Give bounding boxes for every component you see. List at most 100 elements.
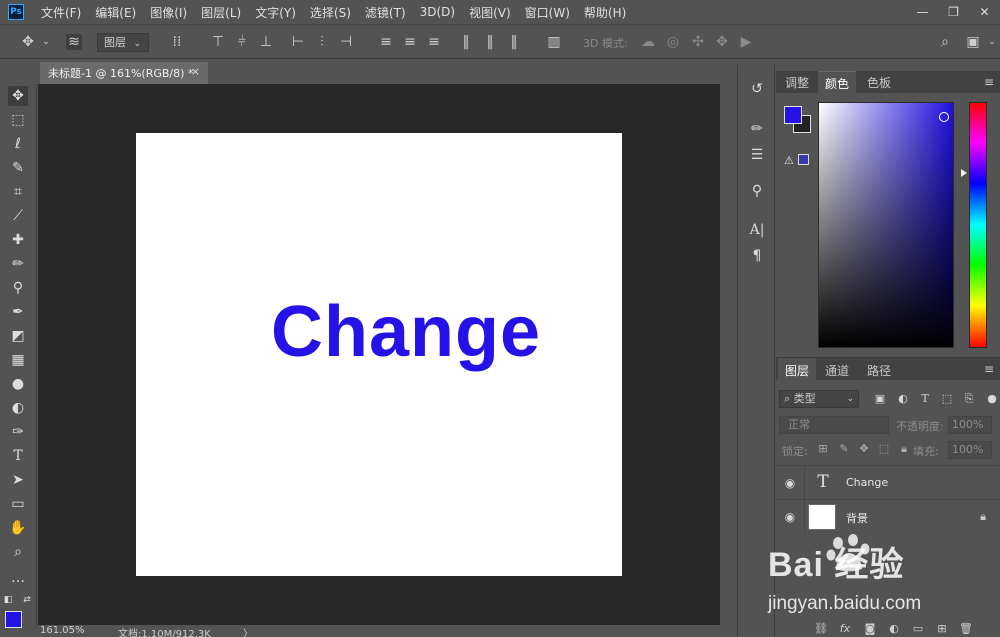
eraser-tool-icon[interactable]: ◩ [8,326,28,346]
canvas-text-layer[interactable]: Change [136,291,676,373]
blur-tool-icon[interactable]: ● [8,374,28,394]
layer-mask-icon[interactable]: ◙ [863,622,877,636]
fill-input[interactable]: 100% [948,441,992,459]
new-layer-icon[interactable]: ⊞ [935,622,949,636]
gamut-warning-icon[interactable]: ⚠ [784,154,794,167]
menu-help[interactable]: 帮助(H) [577,4,633,21]
tab-paths[interactable]: 路径 [860,358,898,380]
3d-pan-icon[interactable]: ✣ [690,34,706,50]
restore-button[interactable]: ❐ [938,0,969,24]
rectangle-tool-icon[interactable]: ▭ [8,494,28,514]
menu-window[interactable]: 窗口(W) [518,4,577,21]
adjustment-filter-icon[interactable]: ◐ [895,391,911,407]
filter-toggle-icon[interactable]: ● [984,391,1000,407]
menu-select[interactable]: 选择(S) [303,4,358,21]
close-button[interactable]: ✕ [969,0,1000,24]
eyedropper-tool-icon[interactable]: ⟋ [8,206,28,226]
hue-slider[interactable] [969,102,987,348]
color-picker-marker[interactable] [939,112,949,122]
tab-swatches[interactable]: 色板 [860,71,898,93]
close-icon[interactable]: × [191,65,200,78]
lock-transparent-icon[interactable]: ⊞ [816,442,830,456]
menu-file[interactable]: 文件(F) [34,4,88,21]
document-canvas[interactable]: Change [136,133,622,576]
align-bottom-icon[interactable]: ⊥ [258,34,274,50]
zoom-level[interactable]: 161.05% [40,625,85,636]
lock-icon[interactable]: 🔒︎ [980,510,986,524]
vertical-scrollbar[interactable] [720,84,736,625]
auto-align-icon[interactable]: ▥ [546,34,562,50]
delete-layer-icon[interactable]: 🗑︎ [959,622,973,636]
distribute-right-icon[interactable]: ‖ [506,34,522,50]
transform-controls-icon[interactable]: ⁞⁞ [169,34,185,50]
align-hcenter-icon[interactable]: ⫶ [314,34,330,50]
pen-tool-icon[interactable]: ✑ [8,422,28,442]
minimize-button[interactable]: — [907,0,938,24]
swap-colors-icon[interactable]: ⇄ [22,590,32,610]
marquee-tool-icon[interactable]: ⬚ [8,110,28,130]
default-colors-icon[interactable]: ◧ [3,590,13,610]
canvas-area[interactable]: Change [38,84,720,625]
lock-all-icon[interactable]: 🔒︎ [897,442,911,456]
menu-edit[interactable]: 编辑(E) [88,4,143,21]
align-right-icon[interactable]: ⊣ [338,34,354,50]
lock-position-icon[interactable]: ✥ [857,442,871,456]
path-selection-tool-icon[interactable]: ➤ [8,470,28,490]
layer-name[interactable]: 背景 [846,510,868,526]
quick-select-tool-icon[interactable]: ✎ [8,158,28,178]
align-vcenter-icon[interactable]: ⫩ [234,34,250,50]
eye-icon[interactable]: ◉ [782,475,798,491]
3d-slide-icon[interactable]: ✥ [714,34,730,50]
new-group-icon[interactable]: ▭ [911,622,925,636]
dodge-tool-icon[interactable]: ◐ [8,398,28,418]
saturation-brightness-field[interactable] [818,102,954,348]
menu-view[interactable]: 视图(V) [462,4,518,21]
chevron-down-icon[interactable]: ⌄ [38,34,54,50]
link-layers-icon[interactable]: ⛓ [814,622,828,636]
foreground-color-swatch[interactable] [5,611,22,628]
distribute-vcenter-icon[interactable]: ≡ [402,34,418,50]
hue-slider-marker[interactable] [961,169,967,177]
auto-select-target-dropdown[interactable]: 图层 ⌄ [97,33,149,52]
lock-image-icon[interactable]: ✎ [837,442,851,456]
align-top-icon[interactable]: ⊤ [210,34,226,50]
character-panel-icon[interactable]: A| [747,220,767,240]
shape-filter-icon[interactable]: ⬚ [939,391,955,407]
lock-artboard-icon[interactable]: ⬚ [877,442,891,456]
chevron-down-icon[interactable]: ⌄ [984,34,1000,50]
menu-type[interactable]: 文字(Y) [248,4,303,21]
gradient-tool-icon[interactable]: ▦ [8,350,28,370]
menu-image[interactable]: 图像(I) [143,4,194,21]
status-menu-arrow[interactable]: 〉 [243,625,253,637]
clone-source-icon[interactable]: ⚲ [747,181,767,201]
type-tool-icon[interactable]: T [8,446,28,466]
3d-orbit-icon[interactable]: ☁ [640,34,656,50]
tab-layers[interactable]: 图层 [778,358,817,380]
history-panel-icon[interactable]: ↺ [747,79,767,99]
tab-color[interactable]: 颜色 [818,71,857,93]
crop-tool-icon[interactable]: ⌗ [8,182,28,202]
lasso-tool-icon[interactable]: ℓ [8,134,28,154]
align-left-icon[interactable]: ⊢ [290,34,306,50]
more-tools-icon[interactable]: … [8,568,28,588]
eye-icon[interactable]: ◉ [782,509,798,525]
opacity-input[interactable]: 100% [948,416,992,434]
foreground-color-swatch[interactable] [784,106,802,124]
search-icon[interactable]: ⌕ [937,34,953,50]
menu-3d[interactable]: 3D(D) [413,5,462,19]
3d-roll-icon[interactable]: ◎ [665,34,681,50]
move-tool-preset-icon[interactable]: ✥ [20,34,36,50]
brush-tool-icon[interactable]: ✏ [8,254,28,274]
clone-stamp-tool-icon[interactable]: ⚲ [8,278,28,298]
paragraph-panel-icon[interactable]: ¶ [747,246,767,266]
3d-scale-icon[interactable]: ▶ [738,34,754,50]
document-tab[interactable]: 未标题-1 @ 161%(RGB/8) * × [40,62,208,84]
layer-filter-dropdown[interactable]: ⌕ 类型 ⌄ [779,390,859,408]
panel-menu-icon[interactable]: ≡ [984,75,994,89]
pixel-filter-icon[interactable]: ▣ [872,391,888,407]
tab-adjustments[interactable]: 调整 [778,71,816,93]
zoom-tool-icon[interactable]: ⌕ [8,542,28,562]
adjustment-layer-icon[interactable]: ◐ [887,622,901,636]
blend-mode-dropdown[interactable]: 正常 [779,416,889,434]
workspace-icon[interactable]: ▣ [965,34,981,50]
